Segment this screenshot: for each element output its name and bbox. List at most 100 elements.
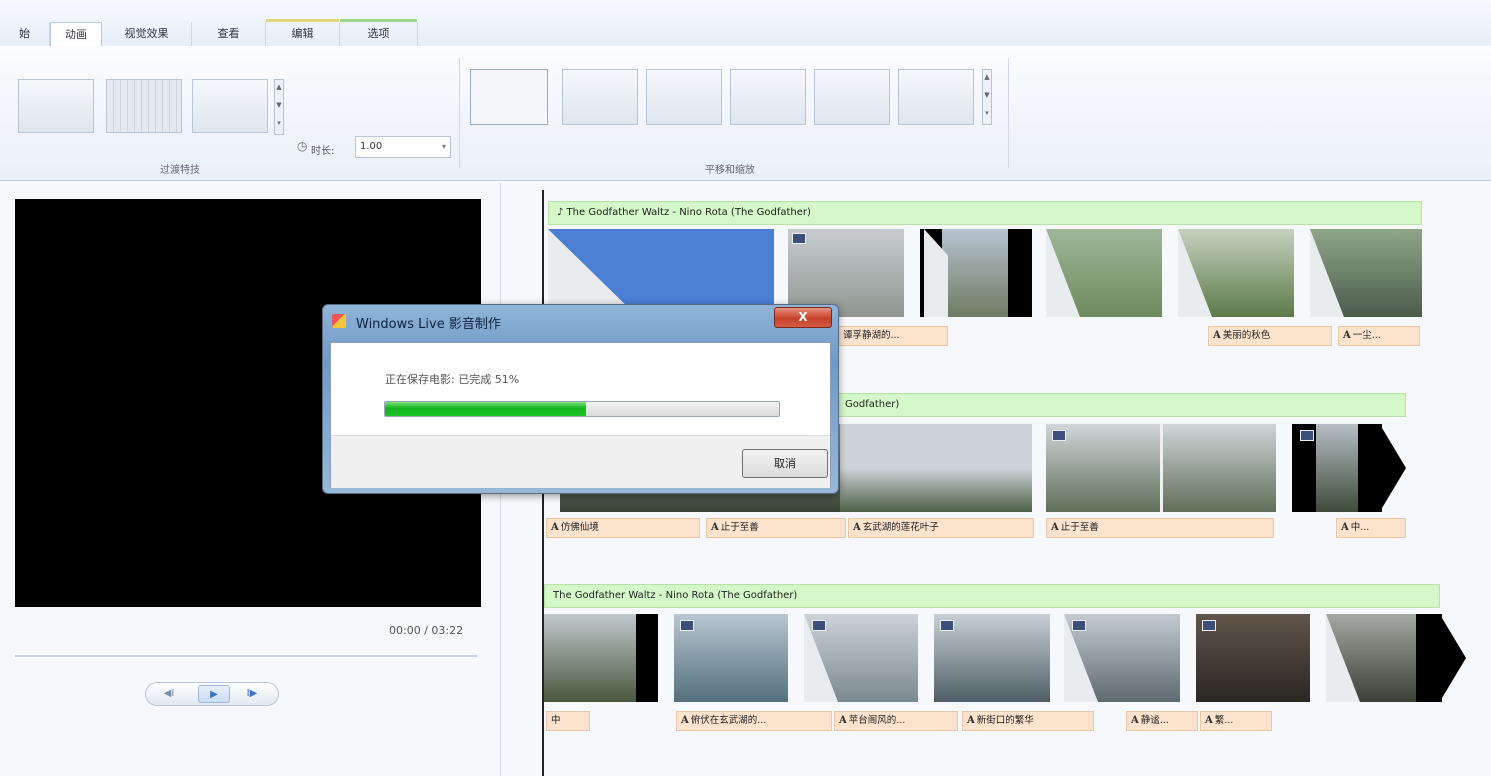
scroll-down-icon[interactable]: ▼ (275, 98, 283, 116)
clip-thumb[interactable] (1064, 614, 1180, 702)
panzoom-thumb-4[interactable] (814, 69, 890, 125)
panzoom-thumb-none[interactable] (470, 69, 548, 125)
caption-bar[interactable]: A 玄武湖的莲花叶子 (848, 518, 1034, 538)
clip-thumb[interactable] (1326, 614, 1442, 702)
text-caption-icon: A (1051, 522, 1059, 533)
transition-thumb-3[interactable] (192, 79, 268, 133)
text-caption-icon: A (1341, 522, 1349, 533)
caption-bar[interactable]: A 新街口的繁华 (962, 711, 1094, 731)
caption-bar[interactable]: A 止于至善 (1046, 518, 1274, 538)
clip-thumb[interactable] (544, 614, 658, 702)
clip-end-marker-icon (1442, 618, 1466, 698)
text-caption-icon: A (1213, 330, 1221, 341)
progress-fill (385, 402, 586, 416)
scroll-up-icon[interactable]: ▲ (275, 80, 283, 98)
clip-thumb[interactable] (934, 614, 1050, 702)
tab-visual-effects[interactable]: 视觉效果 (102, 22, 192, 46)
gallery-expand-icon[interactable]: ▾ (983, 106, 991, 124)
transition-thumb-2[interactable] (106, 79, 182, 133)
panzoom-gallery-scroll[interactable]: ▲ ▼ ▾ (982, 69, 992, 125)
tab-edit[interactable]: 编辑 (266, 19, 340, 46)
tab-options[interactable]: 选项 (340, 19, 418, 46)
caption-bar[interactable]: A 止于至善 (706, 518, 846, 538)
scroll-down-icon[interactable]: ▼ (983, 88, 991, 106)
music-track-3[interactable]: The Godfather Waltz - Nino Rota (The God… (544, 584, 1440, 608)
play-button[interactable]: ▶ (198, 685, 230, 703)
group-divider (1008, 58, 1009, 168)
caption-bar[interactable]: A 仿佛仙境 (546, 518, 700, 538)
dialog-footer: 取消 (331, 435, 830, 488)
clip-thumb[interactable] (1310, 229, 1422, 317)
save-progress-dialog: Windows Live 影音制作 X 正在保存电影: 已完成 51% 取消 (322, 304, 839, 494)
tab-animations[interactable]: 动画 (50, 22, 102, 47)
photo-badge-icon (680, 620, 694, 631)
movie-maker-app-icon (332, 314, 346, 328)
clip-end-marker-icon (1382, 428, 1406, 508)
photo-badge-icon (940, 620, 954, 631)
panzoom-thumb-5[interactable] (898, 69, 974, 125)
duration-input[interactable]: 1.00 ▾ (355, 136, 451, 158)
transition-thumb-1[interactable] (18, 79, 94, 133)
duration-clock-icon: ◷ (297, 139, 308, 153)
text-caption-icon: A (681, 715, 689, 726)
text-caption-icon: A (711, 522, 719, 533)
ribbon-body: ▲ ▼ ▾ ◷ 时长: 1.00 ▾ 过渡特技 ▲ ▼ ▾ 平移和缩放 (0, 46, 1491, 181)
text-caption-icon: A (839, 715, 847, 726)
caption-bar[interactable]: 中 (546, 711, 590, 731)
music-track-1[interactable]: ♪ The Godfather Waltz - Nino Rota (The G… (548, 201, 1422, 225)
group-divider (459, 58, 460, 168)
playback-controls: ◀I ▶ I▶ (145, 682, 279, 706)
caption-bar[interactable]: A 美丽的秋色 (1208, 326, 1332, 346)
tab-view[interactable]: 查看 (192, 22, 266, 46)
photo-badge-icon (1052, 430, 1066, 441)
clip-thumb[interactable] (1196, 614, 1310, 702)
caption-bar[interactable]: A 俯伏在玄武湖的... (676, 711, 832, 731)
photo-badge-icon (792, 233, 806, 244)
panzoom-thumb-3[interactable] (730, 69, 806, 125)
previous-frame-button[interactable]: ◀I (156, 685, 182, 703)
clip-thumb[interactable] (1046, 424, 1276, 512)
clip-thumb[interactable] (804, 614, 918, 702)
caption-bar[interactable]: A 一尘... (1338, 326, 1420, 346)
text-caption-icon: A (1131, 715, 1139, 726)
duration-dropdown-icon[interactable]: ▾ (442, 137, 446, 157)
clip-thumb[interactable] (1046, 229, 1162, 317)
next-frame-button[interactable]: I▶ (238, 685, 266, 703)
cancel-button[interactable]: 取消 (742, 449, 828, 478)
text-caption-icon: A (967, 715, 975, 726)
clip-thumb[interactable] (1178, 229, 1294, 317)
timecode: 00:00 / 03:22 (389, 624, 464, 637)
clip-thumb[interactable] (840, 424, 1032, 512)
text-caption-icon: A (1205, 715, 1213, 726)
caption-bar[interactable]: A 繁... (1200, 711, 1272, 731)
save-progress-bar (384, 401, 780, 417)
duration-label: 时长: (311, 146, 335, 157)
transition-gallery-scroll[interactable]: ▲ ▼ ▾ (274, 79, 284, 135)
dialog-content: 正在保存电影: 已完成 51% 取消 (330, 342, 831, 488)
transitions-group-caption: 过渡特技 (160, 165, 200, 176)
seek-bar[interactable] (15, 655, 477, 657)
panzoom-thumb-2[interactable] (646, 69, 722, 125)
close-button[interactable]: X (774, 307, 832, 328)
caption-bar[interactable]: A 苹台阁风的... (834, 711, 958, 731)
photo-badge-icon (1300, 430, 1314, 441)
caption-bar[interactable]: A 中... (1336, 518, 1406, 538)
dialog-title: Windows Live 影音制作 (356, 317, 501, 332)
text-caption-icon: A (1343, 330, 1351, 341)
ribbon-tab-bar: 始 动画 视觉效果 查看 编辑 选项 (0, 0, 1491, 47)
music-track-2[interactable]: Godfather) (836, 393, 1406, 417)
clip-thumb[interactable] (674, 614, 788, 702)
caption-bar[interactable]: 谭孚静湖的... (838, 326, 948, 346)
caption-bar[interactable]: A 静谧... (1126, 711, 1198, 731)
tab-home[interactable]: 始 (0, 22, 50, 46)
scroll-up-icon[interactable]: ▲ (983, 70, 991, 88)
photo-badge-icon (1072, 620, 1086, 631)
clip-thumb[interactable] (920, 229, 1032, 317)
clip-thumb[interactable] (1292, 424, 1382, 512)
panzoom-thumb-1[interactable] (562, 69, 638, 125)
save-status-text: 正在保存电影: 已完成 51% (385, 373, 520, 386)
gallery-expand-icon[interactable]: ▾ (275, 116, 283, 134)
photo-badge-icon (812, 620, 826, 631)
text-caption-icon: A (551, 522, 559, 533)
panzoom-group-caption: 平移和缩放 (705, 165, 755, 176)
